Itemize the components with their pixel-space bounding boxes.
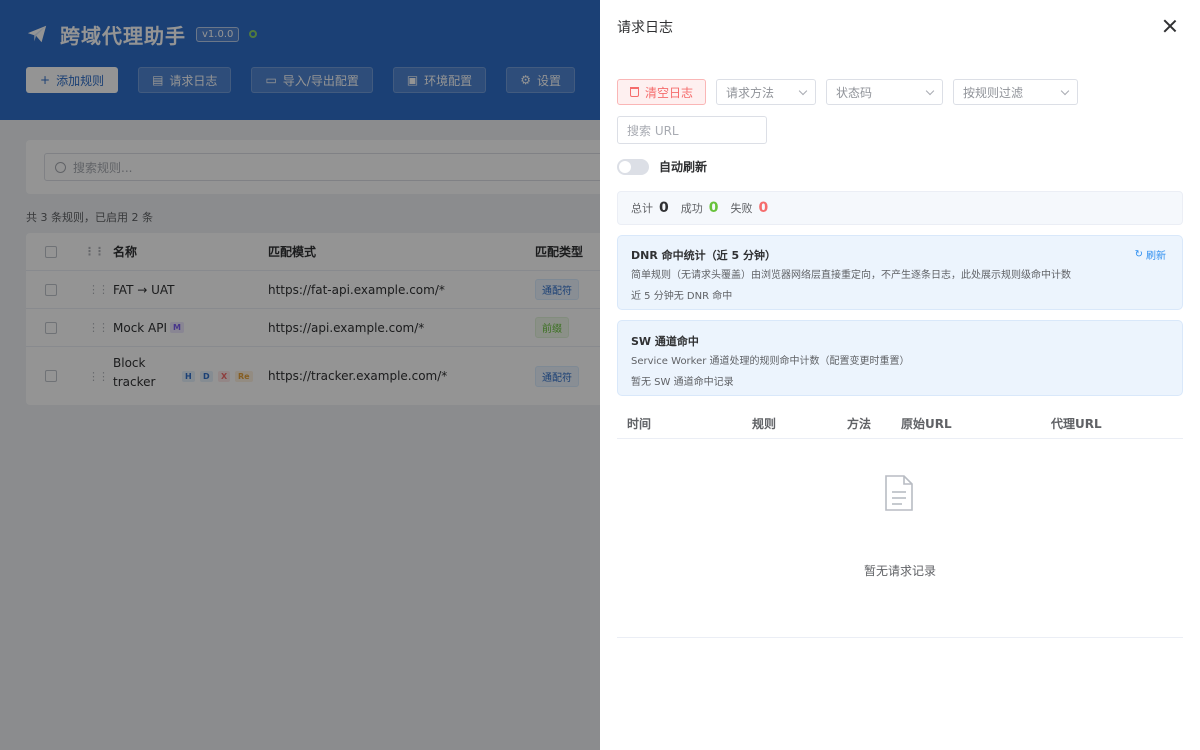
clear-log-label: 清空日志 — [645, 85, 694, 100]
sw-hits-card: SW 通道命中 Service Worker 通道处理的规则命中计数（配置变更时… — [617, 320, 1183, 396]
stat-success-label: 成功 — [680, 202, 703, 215]
column-method: 方法 — [847, 417, 872, 431]
rule-filter-select[interactable]: 按规则过滤 — [953, 79, 1079, 105]
status-select-placeholder: 状态码 — [836, 85, 873, 100]
stat-success-value: 0 — [708, 200, 719, 216]
chevron-down-icon — [925, 86, 935, 95]
method-select-placeholder: 请求方法 — [726, 85, 775, 100]
column-proxy-url: 代理URL — [1051, 417, 1102, 431]
stat-total: 总计 0 — [631, 200, 669, 216]
toggle-knob — [619, 160, 631, 173]
auto-refresh-label: 自动刷新 — [659, 160, 708, 174]
stat-total-value: 0 — [659, 200, 669, 216]
method-select[interactable]: 请求方法 — [716, 79, 817, 105]
sw-card-title: SW 通道命中 — [631, 335, 699, 348]
dnr-refresh-button[interactable]: ↻ 刷新 — [1135, 247, 1166, 262]
chevron-down-icon — [798, 86, 808, 95]
auto-refresh-toggle[interactable] — [617, 158, 649, 175]
log-table-divider — [617, 637, 1183, 638]
filter-row: 清空日志 请求方法 状态码 按规则过滤 — [617, 79, 1079, 105]
url-search-input[interactable]: 搜索 URL — [617, 116, 767, 144]
url-search-placeholder: 搜索 URL — [627, 123, 679, 138]
dnr-stats-card: DNR 命中统计（近 5 分钟） ↻ 刷新 简单规则（无请求头覆盖）由浏览器网络… — [617, 235, 1183, 310]
chevron-down-icon — [1060, 86, 1070, 95]
stat-total-label: 总计 — [631, 202, 653, 215]
stat-success: 成功 0 — [681, 200, 719, 216]
auto-refresh-row: 自动刷新 — [617, 158, 707, 175]
close-icon[interactable] — [1162, 18, 1178, 34]
trash-icon — [630, 87, 639, 97]
clear-log-button[interactable]: 清空日志 — [617, 79, 707, 105]
stat-fail-label: 失败 — [730, 202, 753, 215]
empty-document-icon — [885, 475, 913, 511]
modal-overlay[interactable] — [0, 0, 600, 750]
column-rule: 规则 — [752, 417, 777, 431]
refresh-icon: ↻ — [1134, 249, 1143, 260]
rule-filter-placeholder: 按规则过滤 — [963, 85, 1024, 100]
drawer-title: 请求日志 — [617, 20, 673, 36]
dnr-card-empty: 近 5 分钟无 DNR 命中 — [631, 291, 733, 302]
log-empty-text: 暂无请求记录 — [863, 564, 936, 578]
stat-fail-value: 0 — [758, 200, 769, 216]
request-log-drawer: 请求日志 清空日志 请求方法 状态码 按规则过滤 搜索 URL 自动刷新 总计 … — [600, 0, 1200, 750]
dnr-refresh-label: 刷新 — [1146, 251, 1166, 262]
log-table-header: 时间 规则 方法 原始URL 代理URL — [617, 404, 1183, 439]
dnr-card-description: 简单规则（无请求头覆盖）由浏览器网络层直接重定向，不产生逐条日志，此处展示规则级… — [631, 270, 1071, 281]
log-stats: 总计 0 成功 0 失败 0 — [617, 191, 1183, 225]
dnr-card-title: DNR 命中统计（近 5 分钟） — [631, 249, 776, 262]
column-time: 时间 — [627, 417, 652, 431]
stat-fail: 失败 0 — [731, 200, 769, 216]
sw-card-description: Service Worker 通道处理的规则命中计数（配置变更时重置） — [631, 356, 910, 367]
status-select[interactable]: 状态码 — [826, 79, 944, 105]
sw-card-empty: 暂无 SW 通道命中记录 — [631, 377, 734, 388]
column-original-url: 原始URL — [901, 417, 952, 431]
